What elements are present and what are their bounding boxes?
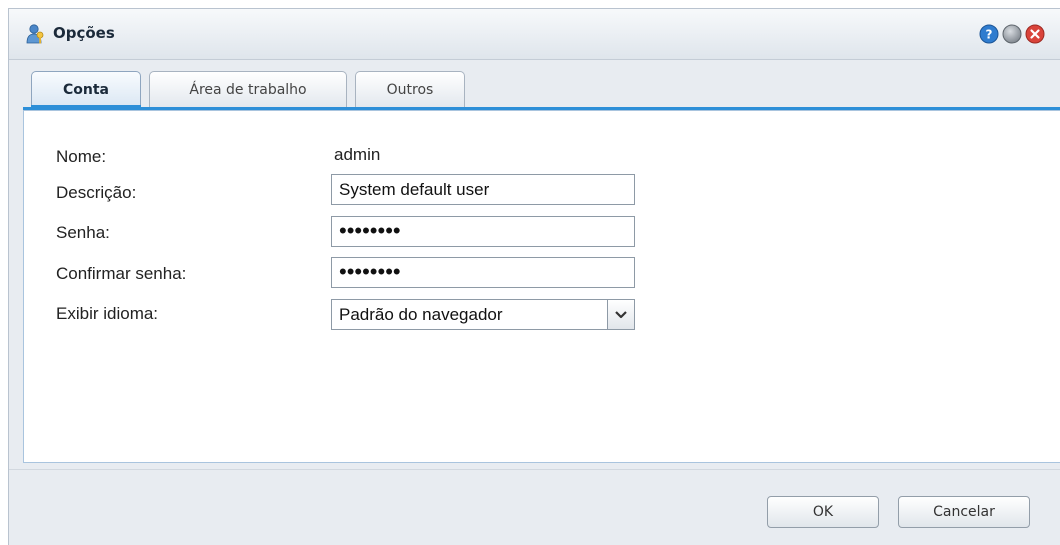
options-dialog: Opções ? Conta Área de trabalho Outros N… xyxy=(8,8,1060,545)
window-title: Opções xyxy=(53,24,115,42)
password-input[interactable]: •••••••• xyxy=(331,216,635,247)
confirm-password-input[interactable]: •••••••• xyxy=(331,257,635,288)
ok-button[interactable]: OK xyxy=(767,496,879,528)
name-label: Nome: xyxy=(56,147,107,166)
description-label: Descrição: xyxy=(56,183,137,202)
chevron-down-icon[interactable] xyxy=(607,300,634,329)
minimize-icon[interactable] xyxy=(1002,24,1022,44)
language-label: Exibir idioma: xyxy=(56,304,159,323)
confirm-password-label: Confirmar senha: xyxy=(56,264,187,283)
title-bar[interactable]: Opções ? xyxy=(9,9,1060,60)
password-label: Senha: xyxy=(56,223,110,242)
help-icon[interactable]: ? xyxy=(979,24,999,44)
footer-divider xyxy=(9,469,1060,470)
svg-text:?: ? xyxy=(986,28,993,42)
name-value: admin xyxy=(334,145,381,164)
cancel-button[interactable]: Cancelar xyxy=(898,496,1030,528)
tab-conta[interactable]: Conta xyxy=(31,71,141,109)
tab-outros[interactable]: Outros xyxy=(355,71,465,107)
close-icon[interactable] xyxy=(1025,24,1045,44)
description-input[interactable]: System default user xyxy=(331,174,635,205)
language-select-value: Padrão do navegador xyxy=(339,305,503,324)
language-select[interactable]: Padrão do navegador xyxy=(331,299,635,330)
tab-area-de-trabalho[interactable]: Área de trabalho xyxy=(149,71,347,107)
person-key-icon xyxy=(26,24,44,44)
